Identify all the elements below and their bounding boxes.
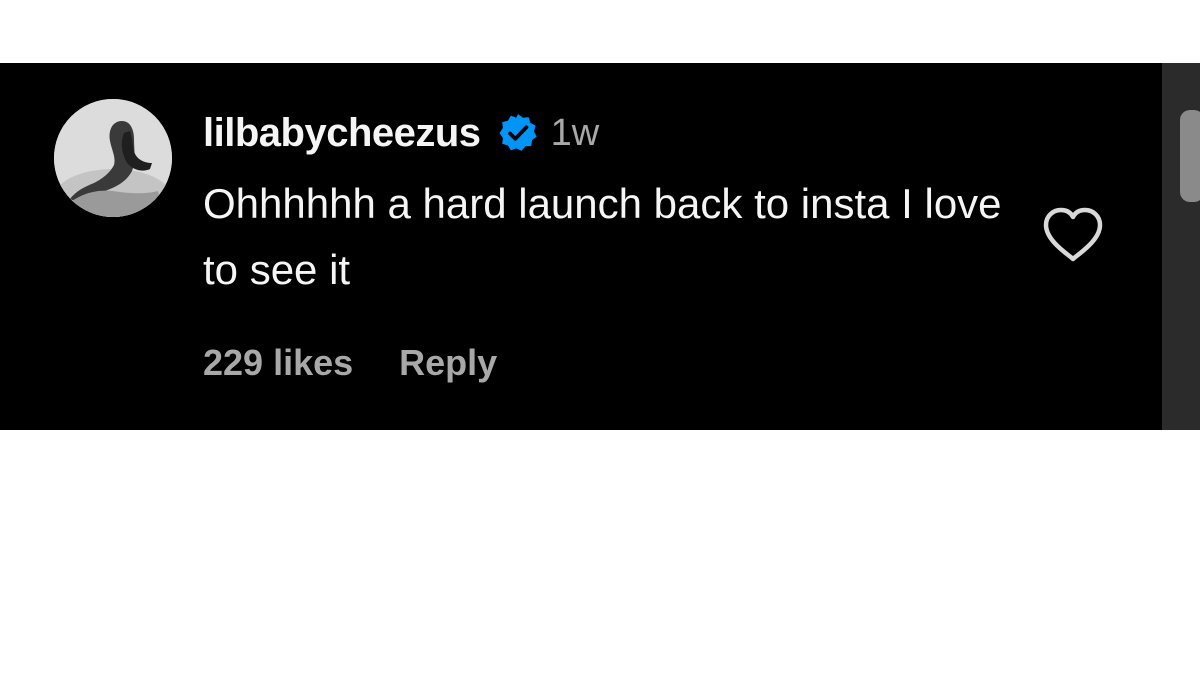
scrollbar-thumb[interactable]	[1180, 110, 1200, 202]
avatar-photo	[54, 99, 172, 217]
comment-text: Ohhhhhh a hard launch back to insta I lo…	[203, 180, 1002, 293]
scrollbar-track[interactable]	[1162, 63, 1200, 430]
username[interactable]: lilbabycheezus	[203, 111, 481, 156]
avatar[interactable]	[54, 99, 172, 217]
timestamp[interactable]: 1w	[551, 112, 600, 155]
comment-actions: 229 likes Reply	[203, 335, 497, 391]
heart-outline-icon[interactable]	[1042, 207, 1104, 263]
comment-panel: lilbabycheezus 1w Ohhhhhh a hard launch …	[0, 63, 1200, 430]
reply-button[interactable]: Reply	[399, 342, 497, 384]
likes-count[interactable]: 229 likes	[203, 342, 353, 384]
verified-badge-icon	[497, 112, 539, 154]
comment-header: lilbabycheezus 1w	[203, 105, 599, 161]
